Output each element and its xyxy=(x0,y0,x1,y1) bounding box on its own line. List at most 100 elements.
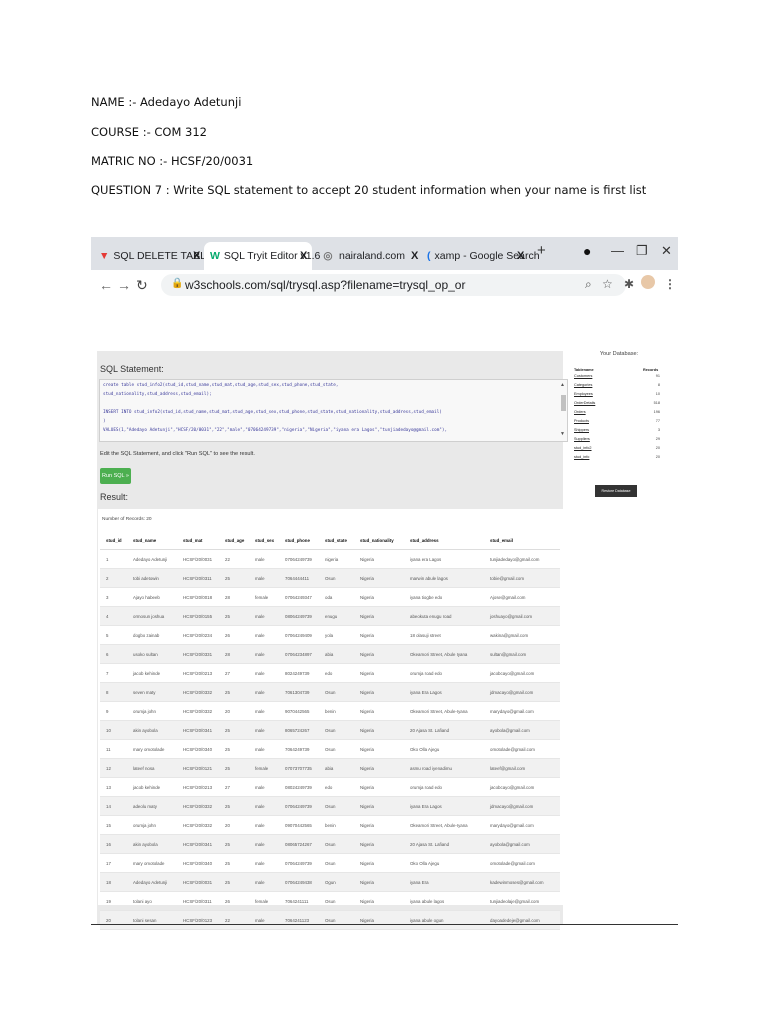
record-icon[interactable]: ● xyxy=(583,243,591,259)
database-table-item[interactable]: OrderDetails 518 xyxy=(574,401,660,408)
restore-database-button[interactable]: Restore Database xyxy=(595,485,637,497)
database-table-item[interactable]: stud_info 20 xyxy=(574,455,660,462)
table-name-link[interactable]: Employees xyxy=(574,392,593,396)
database-table-item[interactable]: Suppliers 29 xyxy=(574,437,660,444)
table-cell: Nigeria xyxy=(354,587,404,607)
run-sql-button[interactable]: Run SQL » xyxy=(100,468,131,484)
table-cell: 3 xyxy=(100,587,127,607)
table-cell: male xyxy=(249,625,279,645)
table-name-link[interactable]: Categories xyxy=(574,383,592,387)
back-icon[interactable]: ← xyxy=(99,277,113,293)
table-name-link[interactable]: Shippers xyxy=(574,428,589,432)
close-icon[interactable]: X xyxy=(411,250,418,262)
table-name-link[interactable]: OrderDetails xyxy=(574,401,595,405)
zoom-icon[interactable]: ⌕ xyxy=(585,277,592,292)
star-icon[interactable]: ☆ xyxy=(602,277,613,291)
tab-sql-delete-table[interactable]: ▼ SQL DELETE TABLE - ja X xyxy=(93,242,231,270)
table-record-count: 8 xyxy=(657,383,660,387)
table-cell: sultan@gmail.com xyxy=(484,644,560,664)
table-cell: male xyxy=(249,682,279,702)
table-cell: 07064249409 xyxy=(279,625,319,645)
table-cell: 25 xyxy=(219,834,249,854)
table-cell: Nigeria xyxy=(354,834,404,854)
table-cell: Nigeria xyxy=(354,872,404,892)
database-table-item[interactable]: Employees 10 xyxy=(574,392,660,399)
table-cell: HCSF/20/0031 xyxy=(177,549,219,569)
table-name-link[interactable]: Orders xyxy=(574,410,586,414)
scroll-up-icon[interactable]: ▲ xyxy=(560,382,565,388)
database-table-item[interactable]: Customers 91 xyxy=(574,374,660,381)
window-close-icon[interactable]: ✕ xyxy=(661,243,672,259)
table-name-link[interactable]: Suppliers xyxy=(574,437,590,441)
table-cell: seven maty xyxy=(127,682,177,702)
address-bar[interactable]: 🔒 w3schools.com/sql/trysql.asp?filename=… xyxy=(161,274,626,296)
tab-strip: ▼ SQL DELETE TABLE - ja X W SQL Tryit Ed… xyxy=(91,237,678,270)
table-cell: 7064444411 xyxy=(279,568,319,588)
close-icon[interactable]: X xyxy=(300,250,307,262)
new-tab-button[interactable]: + xyxy=(537,242,546,259)
table-cell: akin ayobola xyxy=(127,834,177,854)
tab-google-search[interactable]: ( xamp - Google Search X xyxy=(421,242,540,270)
table-cell: Ajayo habeeb xyxy=(127,587,177,607)
database-table-item[interactable]: Categories 8 xyxy=(574,383,660,390)
tab-nairaland[interactable]: ◎ nairaland.com X xyxy=(315,242,419,270)
table-cell: HCSF/20/0332 xyxy=(177,815,219,835)
table-cell: Nigeria xyxy=(354,815,404,835)
table-cell: asmu road iyenadimu xyxy=(404,758,484,778)
table-cell: male xyxy=(249,777,279,797)
extensions-icon[interactable]: ✱ xyxy=(624,277,634,291)
scroll-thumb[interactable] xyxy=(561,395,566,411)
table-cell: marwin abule lagos xyxy=(404,568,484,588)
table-cell: 10 xyxy=(100,720,127,740)
table-cell: 14 xyxy=(100,796,127,816)
table-record-count: 196 xyxy=(653,410,660,414)
table-cell: 20 Ajasa St. Lafiand xyxy=(404,834,484,854)
reload-icon[interactable]: ↻ xyxy=(136,277,148,294)
sql-editor[interactable]: create table stud_info2(stud_id,stud_nam… xyxy=(99,379,568,442)
table-cell: male xyxy=(249,663,279,683)
close-icon[interactable]: X xyxy=(517,250,524,262)
forward-icon[interactable]: → xyxy=(117,277,131,293)
table-cell: Ogun xyxy=(319,872,354,892)
table-cell: HCSF/20/0341 xyxy=(177,720,219,740)
course: COURSE :- COM 312 xyxy=(91,125,207,139)
table-cell: 22 xyxy=(219,549,249,569)
tab-sql-tryit-editor[interactable]: W SQL Tryit Editor v1.6 X xyxy=(204,242,320,270)
restore-icon[interactable]: ❐ xyxy=(636,243,648,259)
table-cell: mary omotolade xyxy=(127,853,177,873)
database-table-item[interactable]: Orders 196 xyxy=(574,410,660,417)
table-name-link[interactable]: Products xyxy=(574,419,589,423)
code-line: stud_nationality,stud_address,stud_email… xyxy=(103,392,212,397)
table-cell: 09070442565 xyxy=(279,815,319,835)
table-row: 1 Adedayo Adetunji HCSF/20/0031 22 male 07064… xyxy=(100,549,560,569)
close-icon[interactable]: X xyxy=(193,250,200,262)
table-name-link[interactable]: stud_info2 xyxy=(574,446,592,450)
editor-scrollbar[interactable]: ▲ ▼ xyxy=(560,382,566,438)
minimize-icon[interactable]: — xyxy=(611,243,624,258)
scroll-down-icon[interactable]: ▼ xyxy=(560,431,565,437)
table-cell: ormosun joshua xyxy=(127,606,177,626)
database-table-item[interactable]: Shippers 3 xyxy=(574,428,660,435)
table-cell: 1 xyxy=(100,549,127,569)
table-cell: 9 xyxy=(100,701,127,721)
bottom-rule xyxy=(91,924,678,925)
menu-icon[interactable]: ⋮ xyxy=(664,277,676,291)
database-table-item[interactable]: Products 77 xyxy=(574,419,660,426)
avatar[interactable] xyxy=(641,275,655,289)
table-cell: 08064249739 xyxy=(279,606,319,626)
table-cell: enugu xyxy=(319,606,354,626)
column-header: stud_sex xyxy=(249,531,279,550)
toolbar: ← → ↻ 🔒 w3schools.com/sql/trysql.asp?fil… xyxy=(91,270,678,301)
table-name-link[interactable]: Customers xyxy=(574,374,592,378)
table-cell: Nigeria xyxy=(354,739,404,759)
code-line: ) xyxy=(103,419,106,424)
table-cell: female xyxy=(249,758,279,778)
table-cell: Osun xyxy=(319,682,354,702)
table-cell: omotolade@gmail.com xyxy=(484,853,560,873)
table-name-link[interactable]: stud_info xyxy=(574,455,589,459)
table-cell: 20 xyxy=(219,815,249,835)
database-table-item[interactable]: stud_info2 20 xyxy=(574,446,660,453)
table-cell: 7064241111 xyxy=(279,891,319,911)
table-cell: orumja road edo xyxy=(404,663,484,683)
table-cell: 7 xyxy=(100,663,127,683)
